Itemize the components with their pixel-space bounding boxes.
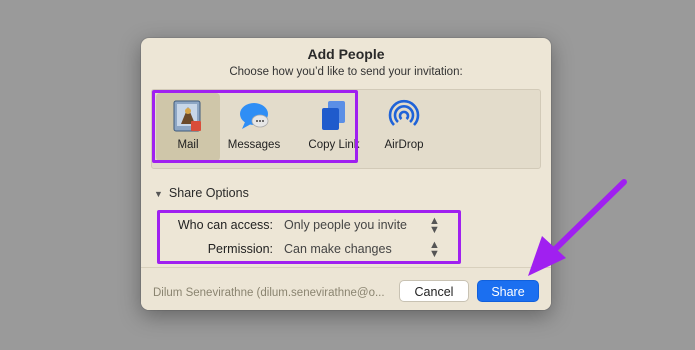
airdrop-icon [388, 99, 420, 126]
highlight-share-options [157, 210, 461, 264]
disclosure-triangle-icon: ▼ [154, 189, 163, 199]
add-people-dialog: Add People Choose how you’d like to send… [141, 38, 551, 310]
owner-account-text: Dilum Senevirathne (dilum.senevirathne@o… [153, 287, 385, 299]
dialog-title: Add People [307, 46, 385, 62]
share-options-label: Share Options [168, 186, 249, 200]
dialog-footer: Dilum Senevirathne (dilum.senevirathne@o… [141, 267, 551, 310]
share-method-label: AirDrop [384, 139, 424, 151]
dialog-subtitle: Choose how you’d like to send your invit… [229, 66, 463, 78]
highlight-share-methods [152, 90, 358, 163]
share-method-airdrop[interactable]: AirDrop [372, 93, 436, 161]
share-options-toggle[interactable]: ▼ Share Options [154, 186, 249, 200]
annotation-arrow-icon [528, 179, 627, 276]
cancel-button[interactable]: Cancel [399, 280, 469, 302]
share-button[interactable]: Share [477, 280, 539, 302]
